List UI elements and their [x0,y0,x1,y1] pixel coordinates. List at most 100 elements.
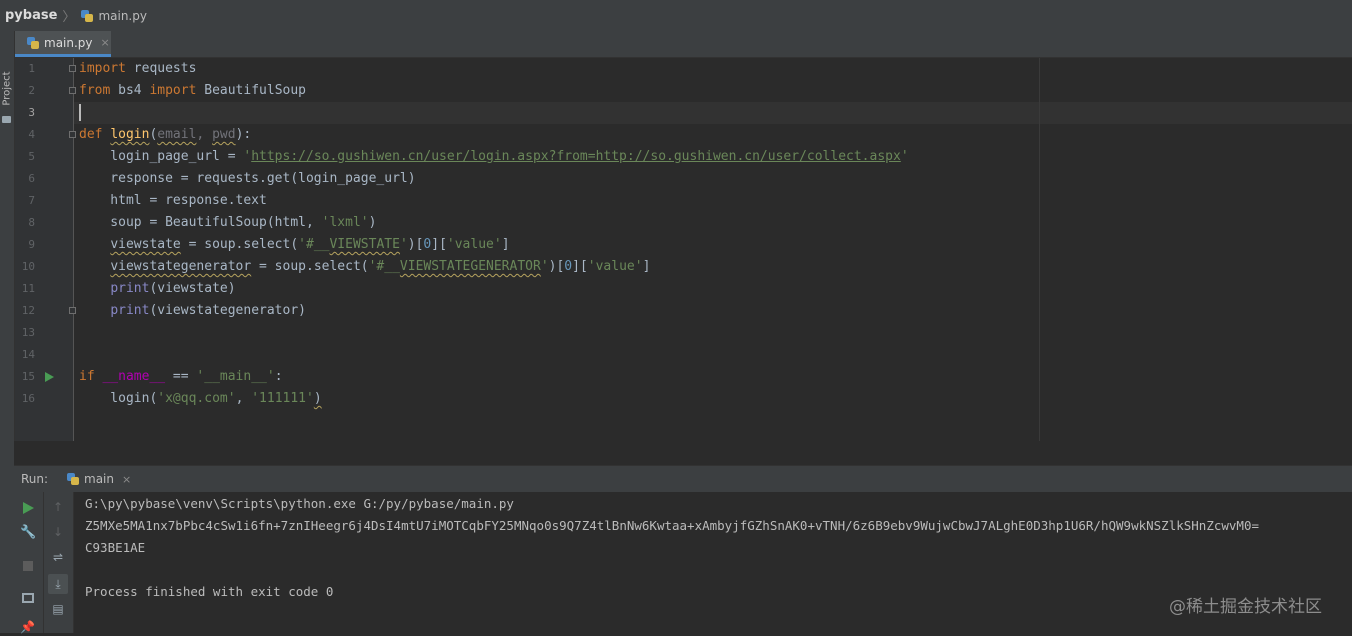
fold-marker-icon[interactable] [69,131,76,138]
breadcrumb-separator: 〉 [62,10,76,25]
code-line[interactable]: print(viewstategenerator) [79,300,306,322]
code-token: print [110,281,150,296]
code-line[interactable]: import requests [79,58,196,80]
line-number: 8 [28,216,35,229]
code-token: (viewstate) [149,281,236,296]
code-token: ): [235,127,252,142]
code-line[interactable]: login('x@qq.com', '111111') [79,388,321,410]
code-token: ' [540,259,549,274]
code-line[interactable]: html = response.text [79,190,267,212]
line-number: 16 [21,392,35,405]
code-token: 0 [564,259,573,274]
current-line-highlight [74,102,1352,124]
wrench-icon[interactable]: 🔧 [20,525,36,541]
code-token: = soup.select( [251,259,369,274]
python-run-icon [67,473,79,485]
code-token: if [79,369,103,384]
folder-icon[interactable] [2,116,11,123]
print-icon[interactable]: ▤ [50,602,66,618]
code-line[interactable]: def login(email, pwd): [79,124,251,146]
code-token: import [79,61,126,76]
code-line[interactable]: login_page_url = 'https://so.gushiwen.cn… [79,146,909,168]
run-tab-main[interactable]: main × [63,466,133,492]
breadcrumb-project[interactable]: pybase [5,8,57,23]
code-token: 'value' [446,237,502,252]
line-number: 14 [21,348,35,361]
code-token: == [165,369,197,384]
code-line[interactable]: print(viewstate) [79,278,236,300]
line-number: 10 [21,260,35,273]
code-token: viewstategenerator [110,259,252,274]
code-token: bs4 [110,83,150,98]
close-tab-icon[interactable]: × [101,36,110,49]
code-token: : [274,369,283,384]
code-token: ] [642,259,651,274]
left-tool-strip: Project [0,31,15,633]
fold-marker-icon[interactable] [69,65,76,72]
code-token: response = requests.get(login_page_url) [79,171,416,186]
code-line[interactable]: from bs4 import BeautifulSoup [79,80,306,102]
code-token: login [110,127,150,142]
tab-label: main.py [44,35,93,50]
code-line[interactable]: viewstategenerator = soup.select('#__VIE… [79,256,650,278]
code-line[interactable]: soup = BeautifulSoup(html, 'lxml') [79,212,376,234]
close-run-tab-icon[interactable]: × [122,473,131,486]
tab-main-py[interactable]: main.py × [15,31,111,57]
stop-icon[interactable] [23,561,33,571]
console-line: Z5MXe5MA1nx7bPbc4cSw1i6fn+7znIHeegr6j4Ds… [85,518,1259,533]
code-line[interactable]: response = requests.get(login_page_url) [79,168,416,190]
panel-splitter[interactable] [14,441,1352,466]
code-token: ' [399,237,408,252]
code-line[interactable]: viewstate = soup.select('#__VIEWSTATE')[… [79,234,510,256]
line-number: 13 [21,326,35,339]
scroll-to-end-icon[interactable]: ⤓ [48,574,68,594]
project-tool-window-tab[interactable]: Project [0,69,14,111]
code-token: '111111' [251,391,314,406]
layout-icon[interactable] [22,593,34,603]
rerun-icon[interactable] [23,502,34,514]
code-token: login_page_url = [79,149,244,164]
code-token: ] [501,237,510,252]
line-number: 3 [28,106,35,119]
down-arrow-icon[interactable]: ↓ [50,525,66,541]
code-token: (viewstategenerator) [149,303,306,318]
code-token: from [79,83,111,98]
python-file-icon [27,36,39,49]
code-token: requests [125,61,197,76]
line-number: 15 [21,370,35,383]
code-token: VIEWSTATEGENERATOR [399,259,541,274]
code-token: VIEWSTATE [329,237,400,252]
line-number: 11 [21,282,35,295]
line-number: 6 [28,172,35,185]
line-number: 12 [21,304,35,317]
run-panel-header: Run: main × [14,466,1352,493]
code-token: 'x@qq.com' [157,391,236,406]
code-token: ][ [572,259,588,274]
code-token: 'value' [587,259,643,274]
code-token: viewstate [110,237,181,252]
code-token: )[ [407,237,424,252]
console-line: G:\py\pybase\venv\Scripts\python.exe G:/… [85,496,514,511]
pin-icon[interactable]: 📌 [20,620,36,636]
run-gutter-icon[interactable] [45,372,54,382]
code-token: ' [900,149,909,164]
code-token: soup = BeautifulSoup(html, [79,215,322,230]
watermark: @稀土掘金技术社区 [1169,597,1322,617]
code-token: https://so.gushiwen.cn/user/login.aspx?f… [251,149,901,164]
code-token: def [79,127,111,142]
code-token: print [110,303,150,318]
breadcrumb-file[interactable]: main.py [81,9,147,23]
fold-marker-icon[interactable] [69,307,76,314]
code-token: 'lxml' [321,215,369,230]
fold-marker-icon[interactable] [69,87,76,94]
line-number: 5 [28,150,35,163]
code-token: login( [79,391,158,406]
console-line: Process finished with exit code 0 [85,584,334,599]
up-arrow-icon[interactable]: ↑ [50,500,66,516]
text-caret [79,104,81,121]
soft-wrap-icon[interactable]: ⇌ [50,550,66,566]
code-line[interactable]: if __name__ == '__main__': [79,366,283,388]
